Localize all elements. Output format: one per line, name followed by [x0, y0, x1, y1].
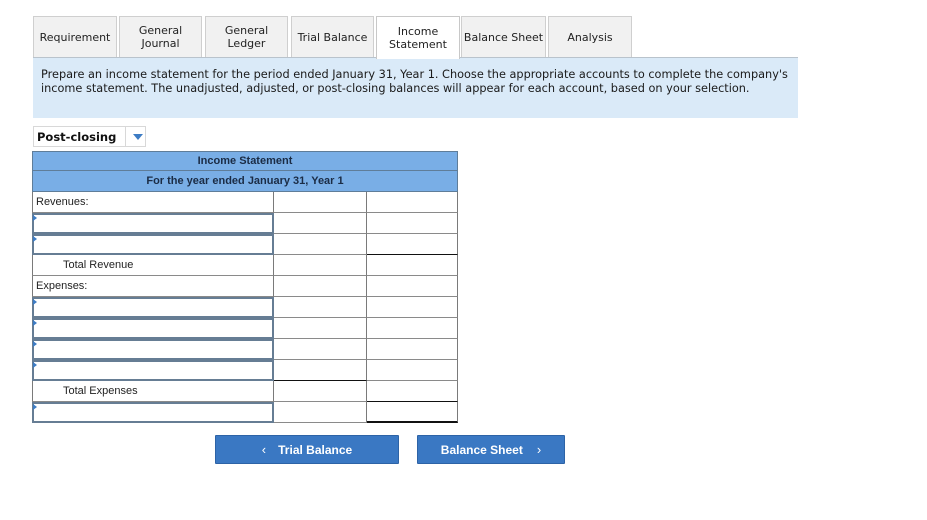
tab-bar: Requirement General Journal General Ledg… [33, 16, 798, 59]
table-row: Total Expenses [32, 381, 458, 402]
total-expenses-label: Total Expenses [32, 381, 274, 402]
expense-account-input[interactable] [32, 297, 274, 318]
chevron-down-icon[interactable] [133, 133, 143, 140]
expense-amount-input[interactable] [274, 297, 367, 318]
dropdown-flag-icon [33, 236, 37, 242]
balance-type-value: Post-closing [37, 129, 117, 144]
instructions: Prepare an income statement for the peri… [33, 58, 798, 118]
revenues-label: Revenues: [32, 192, 274, 213]
revenue-amount-input[interactable] [274, 234, 367, 255]
dropdown-flag-icon [33, 341, 37, 347]
table-row [32, 360, 458, 381]
dropdown-flag-icon [33, 299, 37, 305]
tab-balance-sheet[interactable]: Balance Sheet [461, 16, 546, 57]
expense-account-input[interactable] [32, 318, 274, 339]
chevron-left-icon: ‹ [261, 442, 267, 457]
table-row: Expenses: [32, 276, 458, 297]
net-income-input[interactable] [367, 402, 458, 423]
total-cell [367, 339, 458, 360]
table-row [32, 297, 458, 318]
total-cell [367, 213, 458, 234]
expenses-label: Expenses: [32, 276, 274, 297]
expense-account-input[interactable] [32, 360, 274, 381]
amount-cell [274, 276, 367, 297]
tab-income-statement[interactable]: Income Statement [376, 16, 460, 59]
chevron-right-icon: › [536, 442, 542, 457]
table-row: Revenues: [32, 192, 458, 213]
table-row [32, 402, 458, 423]
total-cell [367, 318, 458, 339]
dropdown-flag-icon [33, 404, 37, 410]
amount-cell [274, 255, 367, 276]
tab-general-ledger[interactable]: General Ledger [205, 16, 288, 57]
revenue-amount-input[interactable] [274, 213, 367, 234]
total-revenue-input[interactable] [367, 255, 458, 276]
tab-requirement[interactable]: Requirement [33, 16, 117, 57]
expense-amount-input[interactable] [274, 360, 367, 381]
statement-title: Income Statement [32, 151, 458, 171]
table-row [32, 234, 458, 255]
net-income-account-input[interactable] [32, 402, 274, 423]
expense-amount-input[interactable] [274, 339, 367, 360]
table-row: Total Revenue [32, 255, 458, 276]
dropdown-flag-icon [33, 362, 37, 368]
total-cell [367, 234, 458, 255]
total-expenses-input[interactable] [367, 381, 458, 402]
tab-trial-balance[interactable]: Trial Balance [291, 16, 374, 57]
table-row [32, 339, 458, 360]
total-cell [367, 360, 458, 381]
next-button-label: Balance Sheet [440, 442, 523, 457]
tab-general-journal[interactable]: General Journal [119, 16, 202, 57]
prev-button-label: Trial Balance [278, 442, 353, 457]
income-statement-table: Income Statement For the year ended Janu… [32, 151, 458, 423]
tab-analysis[interactable]: Analysis [548, 16, 632, 57]
statement-period: For the year ended January 31, Year 1 [32, 171, 458, 192]
revenue-account-input[interactable] [32, 213, 274, 234]
dropdown-flag-icon [33, 320, 37, 326]
amount-cell [274, 192, 367, 213]
dropdown-flag-icon [33, 215, 37, 221]
balance-type-select[interactable]: Post-closing [33, 126, 146, 147]
next-balance-sheet-button[interactable]: Balance Sheet › [417, 435, 565, 464]
expense-amount-input[interactable] [274, 318, 367, 339]
amount-cell [274, 381, 367, 402]
total-cell [367, 276, 458, 297]
total-revenue-label: Total Revenue [32, 255, 274, 276]
total-cell [367, 297, 458, 318]
table-row [32, 318, 458, 339]
total-cell [367, 192, 458, 213]
amount-cell [274, 402, 367, 423]
select-divider [125, 127, 126, 146]
revenue-account-input[interactable] [32, 234, 274, 255]
expense-account-input[interactable] [32, 339, 274, 360]
prev-trial-balance-button[interactable]: ‹ Trial Balance [215, 435, 399, 464]
table-row [32, 213, 458, 234]
